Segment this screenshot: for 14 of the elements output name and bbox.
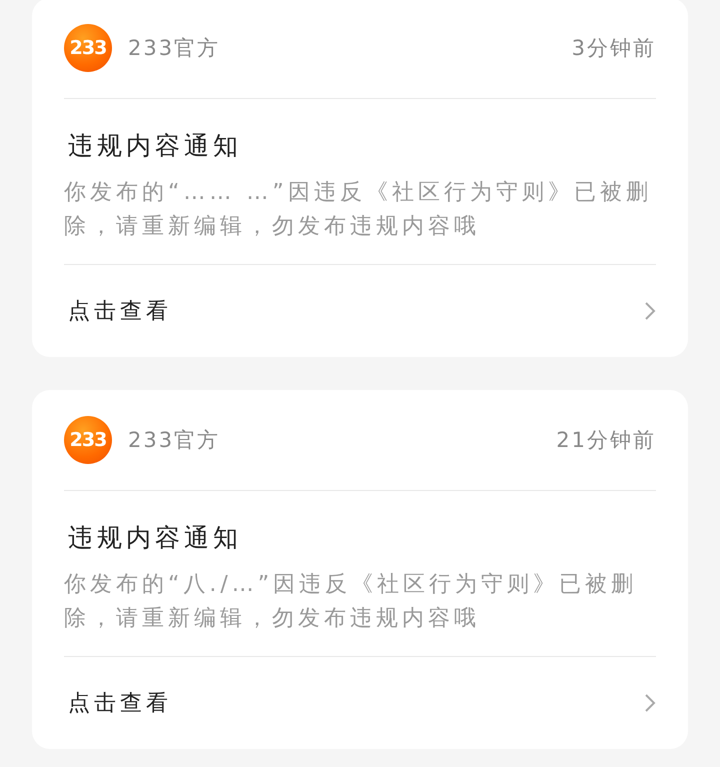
timestamp: 21分钟前 bbox=[556, 427, 656, 454]
notice-title: 违规内容通知 bbox=[68, 522, 243, 554]
logo-icon: 233 bbox=[64, 24, 112, 72]
chevron-right-icon[interactable] bbox=[644, 693, 656, 713]
timestamp: 3分钟前 bbox=[572, 35, 656, 62]
notice-title: 违规内容通知 bbox=[68, 130, 243, 162]
sender-name: 233官方 bbox=[128, 427, 220, 454]
notice-body: 你发布的“八./…”因违反《社区行为守则》已被删除，请重新编辑，勿发布违规内容哦 bbox=[64, 571, 638, 633]
logo-icon: 233 bbox=[64, 416, 112, 464]
view-link[interactable]: 点击查看 bbox=[64, 296, 172, 326]
view-link[interactable]: 点击查看 bbox=[64, 688, 172, 718]
chevron-right-icon[interactable] bbox=[644, 301, 656, 321]
notice-body: 你发布的“…… …”因违反《社区行为守则》已被删除，请重新编辑，勿发布违规内容哦 bbox=[64, 179, 653, 241]
sender-name: 233官方 bbox=[128, 35, 220, 62]
